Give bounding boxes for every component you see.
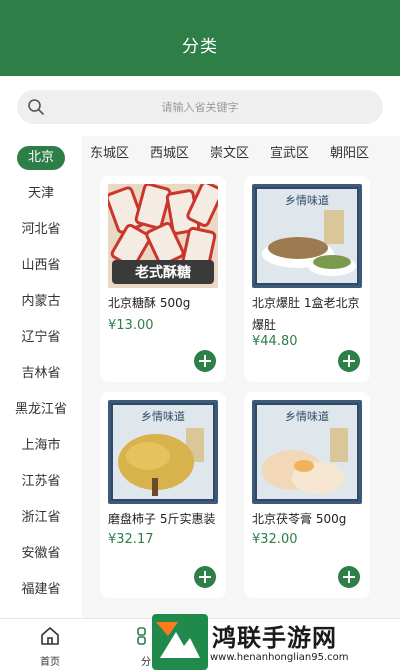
add-to-cart-button[interactable] — [338, 566, 360, 588]
image-caption: 乡情味道 — [285, 193, 329, 207]
sidebar-item-fujian[interactable]: 福建省 — [0, 576, 82, 604]
product-image: 老式酥糖 — [108, 184, 218, 288]
tab-home[interactable]: 首页 — [30, 625, 70, 668]
page-title: 分类 — [182, 37, 218, 57]
search-input[interactable]: 请输入省关键字 — [17, 90, 383, 124]
sidebar-item-heilongjiang[interactable]: 黑龙江省 — [0, 396, 82, 424]
sidebar-item-neimenggu[interactable]: 内蒙古 — [0, 288, 82, 316]
sidebar-item-jilin[interactable]: 吉林省 — [0, 360, 82, 388]
search-section: 请输入省关键字 — [0, 76, 400, 136]
header-bar: 分类 — [0, 0, 400, 76]
tab-dongcheng[interactable]: 东城区 — [90, 142, 129, 161]
product-price: ¥32.00 — [252, 532, 298, 547]
sidebar-item-liaoning[interactable]: 辽宁省 — [0, 324, 82, 352]
sidebar-item-zhejiang[interactable]: 浙江省 — [0, 504, 82, 532]
product-card[interactable]: 老式酥糖 北京糖酥 500g ¥13.00 — [100, 176, 226, 382]
product-card[interactable]: 乡情味道 磨盘柿子 5斤实惠装 ¥32.17 — [100, 392, 226, 598]
sidebar-item-hebei[interactable]: 河北省 — [0, 216, 82, 244]
province-sidebar: 北京 天津 河北省 山西省 内蒙古 辽宁省 吉林省 黑龙江省 上海市 江苏省 浙… — [0, 136, 82, 618]
tab-xuanwu[interactable]: 宣武区 — [270, 142, 309, 161]
product-name: 北京茯苓膏 500g — [252, 512, 347, 526]
category-screen: 分类 请输入省关键字 北京 天津 河北省 山西省 内蒙古 辽宁省 吉林省 黑龙江… — [0, 0, 400, 672]
tab-home-label: 首页 — [40, 657, 60, 668]
product-image: 乡情味道 — [252, 400, 362, 504]
product-card[interactable]: 乡情味道 北京茯苓膏 500g ¥32.00 — [244, 392, 370, 598]
add-to-cart-button[interactable] — [194, 566, 216, 588]
product-card[interactable]: 乡情味道 北京爆肚 1盒老北京爆肚 ¥44.80 — [244, 176, 370, 382]
product-name: 磨盘柿子 5斤实惠装 — [108, 512, 216, 526]
product-price: ¥44.80 — [252, 334, 298, 349]
sidebar-item-tianjin[interactable]: 天津 — [0, 180, 82, 208]
tab-chaoyang[interactable]: 朝阳区 — [330, 142, 369, 161]
product-price: ¥32.17 — [108, 532, 154, 547]
add-to-cart-button[interactable] — [194, 350, 216, 372]
search-placeholder: 请输入省关键字 — [161, 101, 239, 114]
tab-xicheng[interactable]: 西城区 — [150, 142, 189, 161]
product-price: ¥13.00 — [108, 318, 154, 333]
watermark-text: 鸿联手游网 — [212, 624, 337, 652]
image-caption: 乡情味道 — [141, 409, 185, 423]
tab-chongwen[interactable]: 崇文区 — [210, 142, 249, 161]
sidebar-item-jiangsu[interactable]: 江苏省 — [0, 468, 82, 496]
product-name: 北京糖酥 500g — [108, 296, 191, 310]
watermark-logo-icon — [152, 614, 208, 670]
watermark-url: www.henanhonglian95.com — [210, 652, 349, 663]
sidebar-item-shanghai[interactable]: 上海市 — [0, 432, 82, 460]
sidebar-item-shanxi[interactable]: 山西省 — [0, 252, 82, 280]
home-icon — [41, 627, 59, 645]
product-image: 乡情味道 — [252, 184, 362, 288]
product-image: 乡情味道 — [108, 400, 218, 504]
sidebar-item-beijing[interactable]: 北京 — [0, 144, 82, 172]
image-caption: 老式酥糖 — [135, 264, 191, 281]
sidebar-item-anhui[interactable]: 安徽省 — [0, 540, 82, 568]
district-tabs: 东城区 西城区 崇文区 宣武区 朝阳区 — [82, 136, 400, 166]
image-caption: 乡情味道 — [285, 409, 329, 423]
product-name: 北京爆肚 1盒老北京爆肚 — [252, 296, 360, 332]
watermark: 鸿联手游网 www.henanhonglian95.com — [150, 612, 400, 672]
add-to-cart-button[interactable] — [338, 350, 360, 372]
